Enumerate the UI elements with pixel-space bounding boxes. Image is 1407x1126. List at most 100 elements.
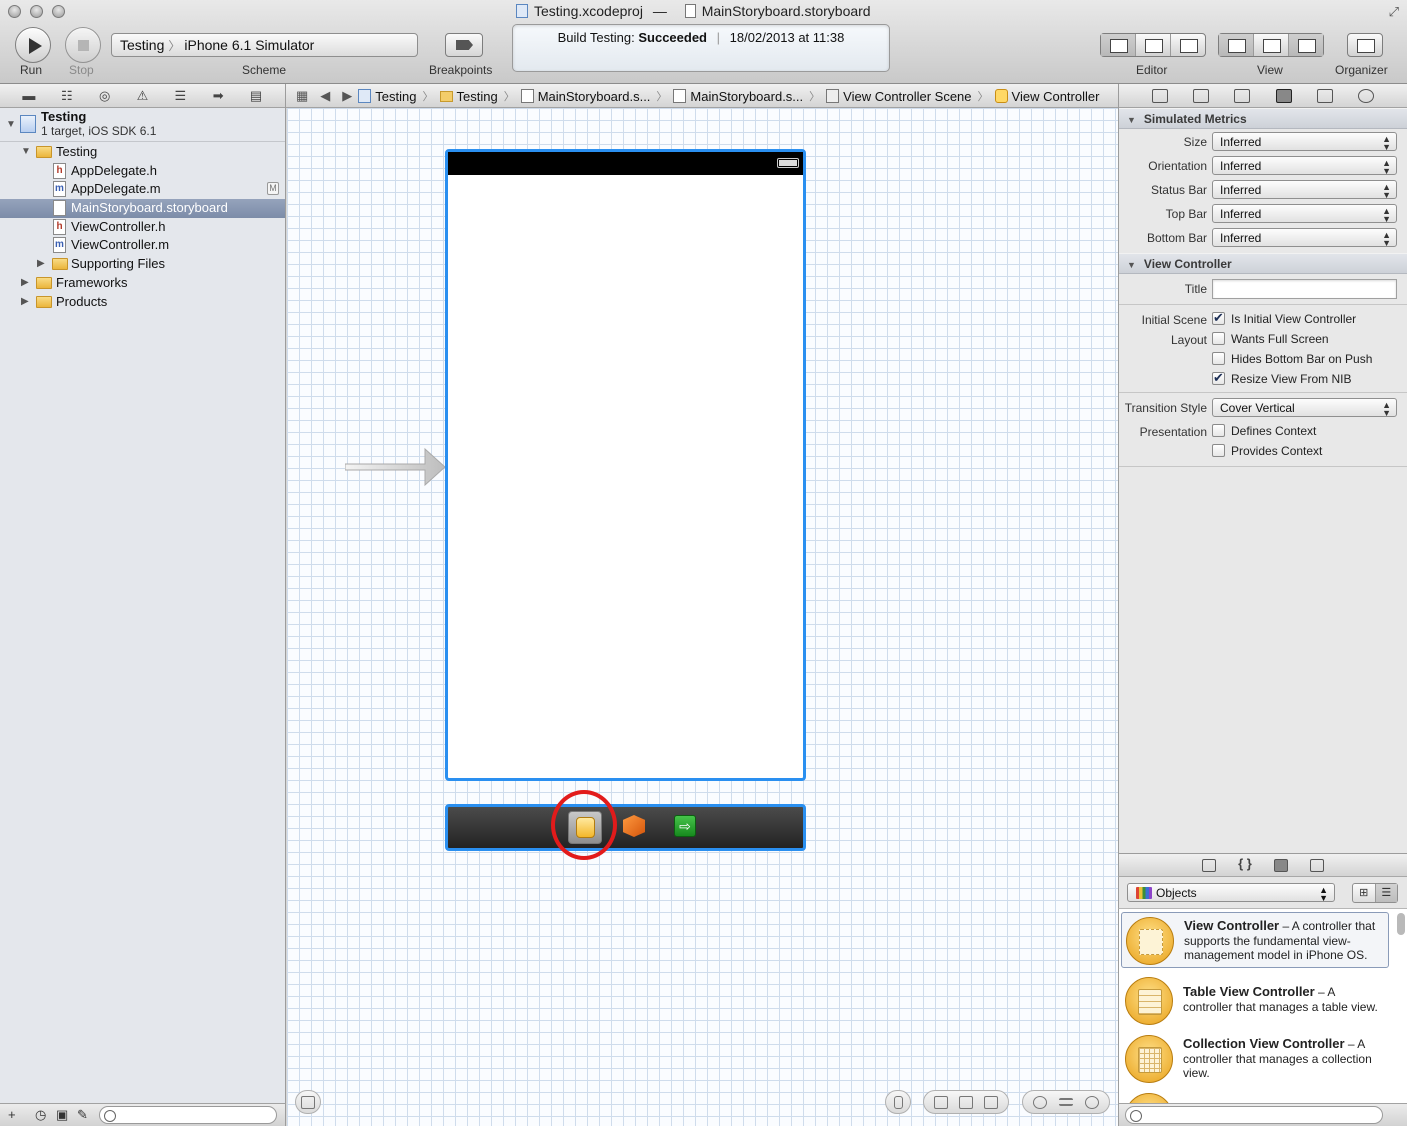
standard-editor-button[interactable]: [1101, 34, 1136, 56]
view-controller-scene[interactable]: [445, 149, 806, 781]
title-field[interactable]: [1212, 279, 1397, 299]
project-navigator-icon[interactable]: ▬: [21, 89, 37, 102]
library-item-collection-view-controller[interactable]: Collection View Controller – A controlle…: [1121, 1031, 1389, 1087]
size-inspector-icon[interactable]: [1316, 89, 1333, 103]
status-bar-popup[interactable]: Inferred ▲ ▼: [1212, 180, 1397, 200]
orientation-popup[interactable]: Inferred ▲ ▼: [1212, 156, 1397, 176]
navigator-filter-field[interactable]: [99, 1106, 277, 1124]
disclosure-triangle-icon[interactable]: ▼: [6, 119, 16, 130]
assistant-editor-button[interactable]: [1136, 34, 1171, 56]
symbol-navigator-icon[interactable]: ☷: [59, 89, 75, 102]
close-window-button[interactable]: [8, 5, 21, 18]
top-bar-popup[interactable]: Inferred ▲ ▼: [1212, 204, 1397, 224]
add-icon[interactable]: +: [8, 1107, 16, 1122]
zoom-actual-icon[interactable]: [1059, 1098, 1073, 1106]
version-editor-button[interactable]: [1171, 34, 1205, 56]
forward-arrow-icon[interactable]: ▶: [342, 88, 352, 104]
tree-item-supporting-files[interactable]: ▶ Supporting Files: [0, 255, 285, 274]
resize-view-checkbox[interactable]: [1212, 370, 1225, 386]
unsaved-filter-icon[interactable]: ✎: [77, 1107, 88, 1123]
run-button[interactable]: [15, 27, 51, 63]
view-segmented-control[interactable]: [1218, 33, 1324, 57]
media-library-icon[interactable]: [1310, 858, 1324, 872]
breadcrumb-localization[interactable]: MainStoryboard.s...: [673, 89, 803, 104]
code-snippet-library-icon[interactable]: { }: [1238, 857, 1252, 872]
form-factor-toggle[interactable]: [885, 1090, 911, 1114]
resolve-icon[interactable]: [984, 1095, 999, 1109]
identity-inspector-icon[interactable]: [1234, 89, 1251, 103]
library-item-partial[interactable]: [1121, 1089, 1389, 1103]
list-view-icon[interactable]: ☰: [1375, 884, 1397, 902]
disclosure-triangle-icon[interactable]: ▼: [21, 146, 31, 157]
library-item-view-controller[interactable]: View Controller – A controller that supp…: [1121, 912, 1389, 968]
log-navigator-icon[interactable]: ▤: [248, 89, 264, 102]
bottom-bar-popup[interactable]: Inferred ▲ ▼: [1212, 228, 1397, 248]
provides-context-checkbox[interactable]: [1212, 444, 1225, 457]
breadcrumb-file[interactable]: MainStoryboard.s...: [520, 89, 650, 104]
tree-item-viewcontroller-h[interactable]: h ViewController.h: [0, 218, 285, 237]
align-icon[interactable]: [933, 1095, 948, 1109]
tree-item-viewcontroller-m[interactable]: m ViewController.m: [0, 236, 285, 255]
zoom-in-icon[interactable]: [1085, 1095, 1099, 1109]
objects-library-icon[interactable]: [1274, 858, 1288, 872]
library-scrollbar[interactable]: [1397, 913, 1405, 935]
breakpoints-button[interactable]: [445, 33, 483, 57]
source-control-filter-icon[interactable]: ▣: [56, 1107, 68, 1123]
tree-item-mainstoryboard[interactable]: MainStoryboard.storyboard: [0, 199, 285, 218]
tree-item-appdelegate-h[interactable]: h AppDelegate.h: [0, 162, 285, 181]
debug-navigator-icon[interactable]: ☰: [172, 89, 188, 102]
library-category-popup[interactable]: Objects ▲ ▼: [1127, 883, 1335, 903]
tree-item-testing-group[interactable]: ▼ Testing: [0, 143, 285, 162]
project-row[interactable]: ▼ Testing 1 target, iOS SDK 6.1: [0, 108, 285, 142]
document-outline-toggle[interactable]: [295, 1090, 321, 1114]
hides-bottom-bar-checkbox[interactable]: [1212, 352, 1225, 365]
library-filter-field[interactable]: [1125, 1106, 1383, 1124]
back-arrow-icon[interactable]: ◀: [320, 88, 330, 104]
pin-icon[interactable]: [958, 1095, 973, 1109]
exit-icon[interactable]: ⇨: [674, 815, 696, 837]
tree-item-appdelegate-m[interactable]: m AppDelegate.m M: [0, 180, 285, 199]
object-library-list[interactable]: View Controller – A controller that supp…: [1118, 909, 1407, 1103]
minimize-window-button[interactable]: [30, 5, 43, 18]
recent-files-icon[interactable]: ◷: [35, 1107, 46, 1123]
issue-navigator-icon[interactable]: ⚠: [134, 89, 150, 102]
tree-item-frameworks[interactable]: ▶ Frameworks: [0, 274, 285, 293]
breadcrumb-scene[interactable]: View Controller Scene: [826, 89, 972, 104]
transition-style-popup[interactable]: Cover Vertical ▲ ▼: [1212, 398, 1397, 418]
grid-view-icon[interactable]: ⊞: [1353, 884, 1376, 902]
breadcrumb-view-controller[interactable]: View Controller: [994, 89, 1099, 104]
disclosure-triangle-icon[interactable]: ▶: [37, 258, 45, 269]
organizer-button[interactable]: [1347, 33, 1383, 57]
editor-segmented-control[interactable]: [1100, 33, 1206, 57]
library-item-table-view-controller[interactable]: Table View Controller – A controller tha…: [1121, 973, 1389, 1029]
search-navigator-icon[interactable]: ◎: [97, 89, 113, 102]
simulated-metrics-header[interactable]: ▼ Simulated Metrics: [1119, 108, 1407, 129]
toggle-navigator-button[interactable]: [1219, 34, 1254, 56]
disclosure-triangle-icon[interactable]: ▶: [21, 296, 29, 307]
first-responder-icon[interactable]: [623, 815, 645, 837]
breadcrumb-group[interactable]: Testing: [439, 89, 498, 104]
breadcrumb-project[interactable]: Testing: [358, 89, 417, 104]
view-controller-header[interactable]: ▼ View Controller: [1119, 253, 1407, 274]
toggle-utilities-button[interactable]: [1289, 34, 1323, 56]
file-inspector-icon[interactable]: [1151, 89, 1168, 103]
defines-context-checkbox[interactable]: [1212, 424, 1225, 437]
toggle-debug-area-button[interactable]: [1254, 34, 1289, 56]
disclosure-triangle-icon[interactable]: ▶: [21, 277, 29, 288]
breakpoint-navigator-icon[interactable]: ➡: [210, 89, 226, 102]
related-items-icon[interactable]: ▦: [296, 88, 308, 104]
wants-full-screen-checkbox[interactable]: [1212, 332, 1225, 345]
library-view-mode-control[interactable]: ⊞ ☰: [1352, 883, 1398, 903]
disclosure-triangle-icon[interactable]: ▼: [1127, 115, 1136, 125]
scheme-popup[interactable]: Testing 〉 iPhone 6.1 Simulator: [111, 33, 418, 57]
attributes-inspector-icon[interactable]: [1275, 89, 1292, 103]
disclosure-triangle-icon[interactable]: ▼: [1127, 260, 1136, 270]
quick-help-icon[interactable]: [1192, 89, 1209, 103]
stop-button[interactable]: [65, 27, 101, 63]
is-initial-checkbox[interactable]: [1212, 310, 1225, 326]
zoom-out-icon[interactable]: [1033, 1095, 1047, 1109]
storyboard-canvas[interactable]: ⇨: [287, 108, 1118, 1126]
fullscreen-icon[interactable]: ⤢: [1389, 4, 1399, 20]
size-popup[interactable]: Inferred ▲ ▼: [1212, 132, 1397, 152]
tree-item-products[interactable]: ▶ Products: [0, 293, 285, 312]
